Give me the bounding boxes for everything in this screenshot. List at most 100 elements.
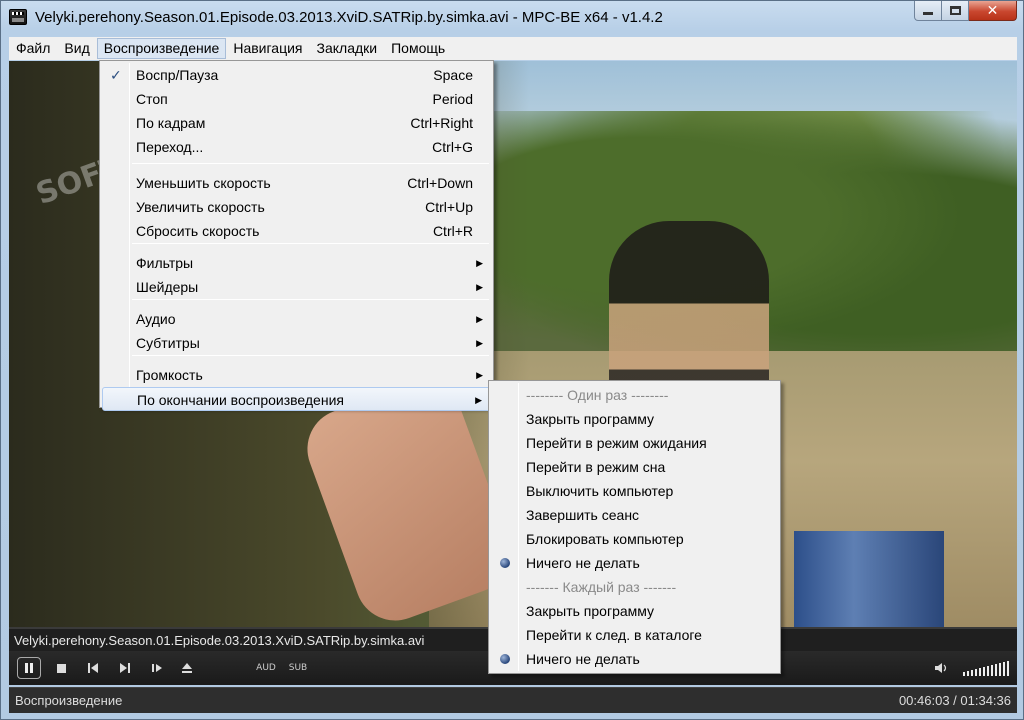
menu-item-shortcut: Period xyxy=(432,91,473,107)
previous-icon xyxy=(88,663,98,673)
submenu-item[interactable]: Ничего не делать xyxy=(491,647,778,671)
time-display: 00:46:03 / 01:34:36 xyxy=(898,693,1011,708)
window-controls: ✕ xyxy=(914,1,1017,23)
stop-button[interactable] xyxy=(53,658,69,678)
status-bar: Воспроизведение 00:46:03 / 01:34:36 xyxy=(9,687,1017,713)
playback-menu-item[interactable]: Сбросить скорость Ctrl+R xyxy=(102,219,491,243)
close-icon: ✕ xyxy=(986,2,999,19)
playback-menu-item[interactable]: По кадрам Ctrl+Right xyxy=(102,111,491,135)
playback-menu-item[interactable]: Стоп Period xyxy=(102,87,491,111)
menu-bookmarks[interactable]: Закладки xyxy=(310,38,385,59)
mute-button[interactable] xyxy=(933,658,949,678)
menu-help[interactable]: Помощь xyxy=(384,38,452,59)
frame-step-icon xyxy=(152,664,162,672)
playback-menu-item[interactable]: По окончании воспроизведения ▶ xyxy=(102,387,491,411)
after-playback-submenu: -------- Один раз -------- Закрыть програ… xyxy=(488,380,781,674)
submenu-item[interactable]: Ничего не делать xyxy=(491,551,778,575)
audio-track-label: AUD xyxy=(256,663,276,673)
eject-button[interactable] xyxy=(179,658,195,678)
minimize-icon xyxy=(923,12,933,15)
subtitle-button[interactable]: SUB xyxy=(287,658,309,678)
submenu-item[interactable]: Перейти в режим сна xyxy=(491,455,778,479)
volume-bar xyxy=(991,665,993,676)
playback-menu-item[interactable]: Громкость ▶ xyxy=(102,363,491,387)
menu-navigation[interactable]: Навигация xyxy=(226,38,309,59)
audio-track-button[interactable]: AUD xyxy=(255,658,277,678)
submenu-item-label: Завершить сеанс xyxy=(526,507,640,523)
submenu-item[interactable]: Перейти в режим ожидания xyxy=(491,431,778,455)
menu-item-label: Увеличить скорость xyxy=(136,199,265,215)
pause-button[interactable] xyxy=(17,657,41,679)
stop-icon xyxy=(56,663,66,673)
title-bar[interactable]: Velyki.perehony.Season.01.Episode.03.201… xyxy=(1,1,1023,35)
menu-bar: Файл Вид Воспроизведение Навигация Закла… xyxy=(9,37,1017,60)
pause-icon xyxy=(25,663,28,673)
menu-item-label: Шейдеры xyxy=(136,279,199,295)
volume-bar xyxy=(967,671,969,676)
menu-item-shortcut: Space xyxy=(433,67,473,83)
submenu-item[interactable]: Закрыть программу xyxy=(491,407,778,431)
submenu-item-label: Ничего не делать xyxy=(526,651,640,667)
submenu-item-label: Перейти к след. в каталоге xyxy=(526,627,702,643)
submenu-arrow-icon: ▶ xyxy=(476,258,483,268)
menu-item-label: По окончании воспроизведения xyxy=(137,392,344,408)
submenu-item[interactable]: Завершить сеанс xyxy=(491,503,778,527)
menu-item-shortcut: Ctrl+Down xyxy=(407,175,473,191)
submenu-item[interactable]: Блокировать компьютер xyxy=(491,527,778,551)
submenu-item[interactable]: Закрыть программу xyxy=(491,599,778,623)
menu-item-label: Уменьшить скорость xyxy=(136,175,271,191)
menu-item-label: Субтитры xyxy=(136,335,200,351)
playback-menu-item[interactable]: ✓ Воспр/Пауза Space xyxy=(102,63,491,87)
submenu-item[interactable]: Выключить компьютер xyxy=(491,479,778,503)
playback-menu-item[interactable]: Шейдеры ▶ xyxy=(102,275,491,299)
menu-item-shortcut: Ctrl+G xyxy=(432,139,473,155)
maximize-button[interactable] xyxy=(942,1,969,21)
speaker-icon xyxy=(935,663,947,673)
window-title: Velyki.perehony.Season.01.Episode.03.201… xyxy=(35,9,663,26)
playback-menu-item[interactable]: Фильтры ▶ xyxy=(102,251,491,275)
submenu-item-label: Выключить компьютер xyxy=(526,483,674,499)
volume-bar xyxy=(971,670,973,676)
submenu-arrow-icon: ▶ xyxy=(476,370,483,380)
volume-bar xyxy=(995,664,997,676)
menu-item-shortcut: Ctrl+R xyxy=(432,223,473,239)
menu-item-label: Аудио xyxy=(136,311,176,327)
submenu-item-label: Перейти в режим ожидания xyxy=(526,435,707,451)
submenu-item-label: -------- Один раз -------- xyxy=(526,387,669,403)
playback-menu-item[interactable]: Увеличить скорость Ctrl+Up xyxy=(102,195,491,219)
menu-item-label: Стоп xyxy=(136,91,168,107)
next-button[interactable] xyxy=(117,658,133,678)
playback-menu-item[interactable]: Уменьшить скорость Ctrl+Down xyxy=(102,171,491,195)
volume-bar xyxy=(1007,661,1009,676)
menu-separator xyxy=(132,163,489,164)
submenu-section-header: ------- Каждый раз ------- xyxy=(491,575,778,599)
submenu-item-label: Ничего не делать xyxy=(526,555,640,571)
close-button[interactable]: ✕ xyxy=(969,1,1017,21)
playback-menu: ✓ Воспр/Пауза Space Стоп Period По кадрам Ctrl… xyxy=(99,60,494,411)
next-icon xyxy=(120,663,130,673)
volume-bar xyxy=(963,672,965,676)
volume-bar xyxy=(1003,662,1005,676)
menu-playback[interactable]: Воспроизведение xyxy=(96,38,227,59)
playback-menu-item[interactable]: Переход... Ctrl+G xyxy=(102,135,491,159)
video-barrel xyxy=(794,531,944,627)
playback-menu-item[interactable]: Субтитры ▶ xyxy=(102,331,491,355)
menu-item-label: Фильтры xyxy=(136,255,194,271)
menu-item-label: Воспр/Пауза xyxy=(136,67,219,83)
submenu-item-label: Блокировать компьютер xyxy=(526,531,684,547)
submenu-arrow-icon: ▶ xyxy=(475,395,482,405)
menu-view[interactable]: Вид xyxy=(57,38,96,59)
previous-button[interactable] xyxy=(85,658,101,678)
submenu-item[interactable]: Перейти к след. в каталоге xyxy=(491,623,778,647)
minimize-button[interactable] xyxy=(914,1,942,21)
menu-file[interactable]: Файл xyxy=(9,38,57,59)
frame-step-button[interactable] xyxy=(149,658,165,678)
playback-menu-item[interactable]: Аудио ▶ xyxy=(102,307,491,331)
submenu-item-label: Закрыть программу xyxy=(526,411,655,427)
volume-bar xyxy=(987,666,989,676)
clapperboard-icon[interactable] xyxy=(9,9,27,25)
maximize-icon xyxy=(949,6,961,15)
menu-item-label: Сбросить скорость xyxy=(136,223,260,239)
menu-item-shortcut: Ctrl+Up xyxy=(425,199,473,215)
volume-slider[interactable] xyxy=(961,660,1009,676)
